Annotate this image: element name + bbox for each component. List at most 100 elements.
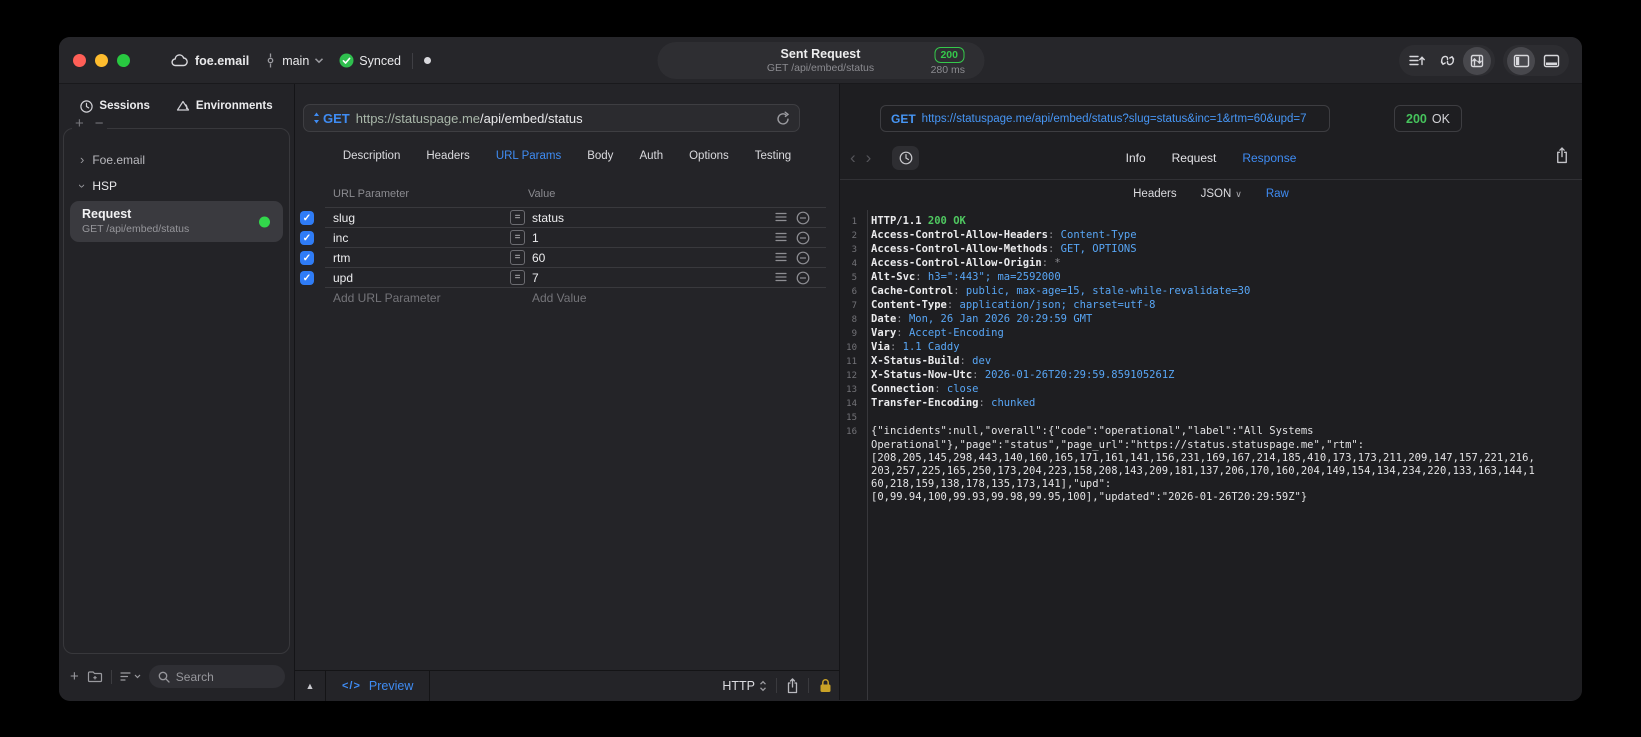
sessions-list: › Foe.email › HSP Request GET /api/embed… <box>63 128 290 654</box>
code-line: 10 Via: 1.1 Caddy <box>840 341 1582 355</box>
branch-selector[interactable]: main <box>264 53 324 68</box>
tab-environments[interactable]: Environments <box>176 100 273 113</box>
titlebar-actions <box>1399 45 1569 76</box>
export-response-icon[interactable] <box>1555 147 1569 164</box>
code-line: 1 HTTP/1.1 200 OK <box>840 215 1582 229</box>
new-folder-button[interactable] <box>87 670 103 683</box>
toggle-bottom-panel-button[interactable] <box>1537 47 1565 75</box>
tree-item-foe-email[interactable]: › Foe.email <box>64 147 289 173</box>
sent-request-title: Sent Request <box>780 46 861 61</box>
param-checkbox[interactable]: ✓ <box>300 271 314 285</box>
response-tab[interactable]: Response <box>1242 151 1296 165</box>
request-tab[interactable]: Options <box>689 150 729 162</box>
drag-handle-icon[interactable] <box>775 272 787 282</box>
sidebar-search[interactable] <box>148 665 285 688</box>
line-number: 2 <box>851 231 857 241</box>
session-loop-button[interactable] <box>1433 47 1461 75</box>
share-icon[interactable] <box>786 677 799 694</box>
preview-button[interactable]: </> Preview <box>326 670 431 701</box>
param-checkbox[interactable]: ✓ <box>300 231 314 245</box>
param-value[interactable]: 7 <box>532 271 539 285</box>
toggle-left-sidebar-button[interactable] <box>1507 46 1535 75</box>
export-code-button[interactable] <box>1403 47 1431 75</box>
response-tab[interactable]: Request <box>1172 151 1217 165</box>
param-checkbox[interactable]: ✓ <box>300 211 314 225</box>
remove-param-button[interactable] <box>796 211 810 225</box>
zoom-window-button[interactable] <box>117 54 130 67</box>
collapse-panel-button[interactable]: ▲ <box>295 670 326 701</box>
param-name[interactable]: inc <box>333 231 348 245</box>
add-url-parameter[interactable]: Add URL Parameter <box>333 291 441 305</box>
param-checkbox[interactable]: ✓ <box>300 251 314 265</box>
request-tab[interactable]: URL Params <box>496 150 561 162</box>
code-icon: </> <box>342 679 361 692</box>
response-subtab[interactable]: Headers ∨ <box>1133 188 1176 200</box>
tree-item-hsp[interactable]: › HSP <box>64 173 289 199</box>
sync-status[interactable]: Synced <box>339 53 401 68</box>
param-name[interactable]: slug <box>333 211 355 225</box>
request-tab[interactable]: Description <box>343 150 401 162</box>
add-value[interactable]: Add Value <box>532 291 587 305</box>
equals-icon[interactable]: = <box>510 230 525 245</box>
url-path: /api/embed/status <box>480 110 583 126</box>
code-line: 4 Access-Control-Allow-Origin: * <box>840 257 1582 271</box>
drag-handle-icon[interactable] <box>775 232 787 242</box>
request-success-dot <box>259 216 270 227</box>
line-number <box>840 439 862 452</box>
remove-session-button[interactable]: − <box>95 116 104 131</box>
drag-handle-icon[interactable] <box>775 212 787 222</box>
drag-handle-icon[interactable] <box>775 252 787 262</box>
remove-param-button[interactable] <box>796 271 810 285</box>
response-url-box[interactable]: GET https://statuspage.me/api/embed/stat… <box>880 105 1330 132</box>
tab-environments-label: Environments <box>195 100 273 112</box>
param-value[interactable]: status <box>532 211 564 225</box>
code-line: 8 Date: Mon, 26 Jan 2026 20:29:59 GMT <box>840 313 1582 327</box>
response-url: https://statuspage.me/api/embed/status?s… <box>921 112 1307 125</box>
equals-icon[interactable]: = <box>510 270 525 285</box>
response-subtab[interactable]: JSON ∨ <box>1201 188 1242 200</box>
request-url-bar[interactable]: GET https://statuspage.me/api/embed/stat… <box>303 104 800 132</box>
request-tab[interactable]: Auth <box>639 150 663 162</box>
search-input[interactable] <box>175 669 276 684</box>
request-tab[interactable]: Testing <box>755 150 791 162</box>
close-window-button[interactable] <box>73 54 86 67</box>
column-url-parameter: URL Parameter <box>333 188 410 200</box>
line-number <box>840 452 862 465</box>
chevron-down-icon: › <box>75 183 91 189</box>
sent-request-capsule[interactable]: Sent Request GET /api/embed/status 200 2… <box>657 42 984 79</box>
param-value[interactable]: 60 <box>532 251 545 265</box>
protocol-selector[interactable]: HTTP <box>722 679 767 693</box>
lock-icon[interactable] <box>819 678 832 693</box>
footer-separator <box>808 678 809 693</box>
environments-icon <box>176 100 190 113</box>
search-icon <box>158 671 170 683</box>
synced-check-icon <box>339 53 354 68</box>
status-code-badge: 200 <box>934 47 964 63</box>
method-selector[interactable]: GET <box>313 111 350 126</box>
git-commit-icon <box>264 53 277 68</box>
remove-param-button[interactable] <box>796 251 810 265</box>
resend-request-icon[interactable] <box>776 111 790 126</box>
request-tab[interactable]: Headers <box>426 150 469 162</box>
remove-param-button[interactable] <box>796 231 810 245</box>
new-request-button[interactable]: + <box>70 669 79 684</box>
request-url-text[interactable]: https://statuspage.me/api/embed/status <box>356 111 583 126</box>
param-name[interactable]: upd <box>333 271 353 285</box>
request-list-item-selected[interactable]: Request GET /api/embed/status <box>70 201 283 242</box>
project-name[interactable]: foe.email <box>195 54 249 68</box>
sort-filter-button[interactable] <box>120 671 141 682</box>
request-tab[interactable]: Body <box>587 150 613 162</box>
tab-sessions[interactable]: Sessions <box>80 99 150 113</box>
equals-icon[interactable]: = <box>510 210 525 225</box>
app-window: foe.email main Synced Sent Request GET /… <box>59 37 1582 701</box>
param-value[interactable]: 1 <box>532 231 539 245</box>
response-subtab[interactable]: Raw ∨ <box>1266 188 1289 200</box>
param-name[interactable]: rtm <box>333 251 350 265</box>
import-export-button[interactable] <box>1463 46 1491 75</box>
response-tab[interactable]: Info <box>1126 151 1146 165</box>
line-number: 4 <box>851 259 857 269</box>
code-line: 11 X-Status-Build: dev <box>840 355 1582 369</box>
equals-icon[interactable]: = <box>510 250 525 265</box>
add-session-button[interactable]: + <box>75 116 84 131</box>
minimize-window-button[interactable] <box>95 54 108 67</box>
